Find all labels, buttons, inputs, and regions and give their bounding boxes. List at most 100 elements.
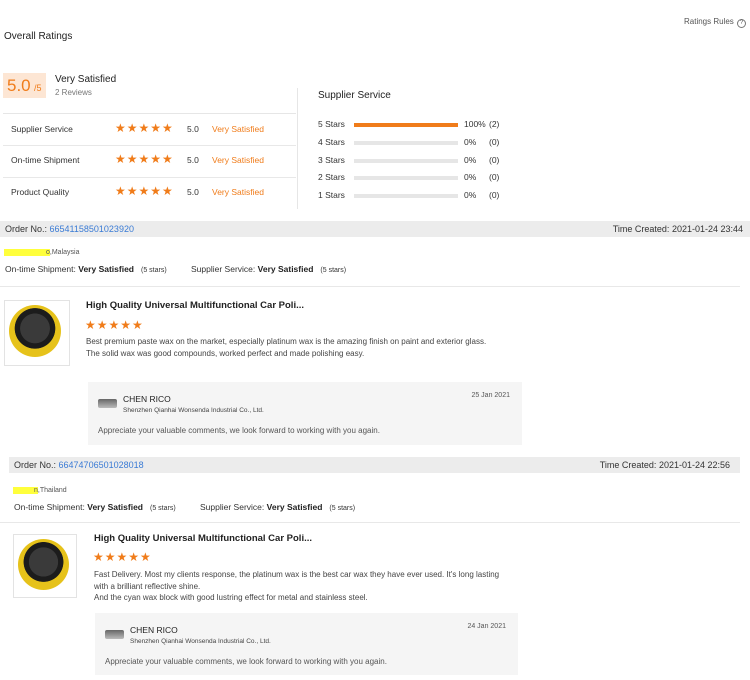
distribution-row-label: 1 Stars [318,190,345,201]
distribution-bar [354,194,458,199]
category-stars: ★★★★★ [115,121,174,135]
service-stars-text: (5 stars) [320,267,347,274]
time-label: Time Created: [599,460,657,470]
review-divider [0,286,740,287]
order-header: Order No.: 665411585010239​20 Time Create… [0,221,750,237]
review-divider [0,522,740,523]
category-label: Very Satisfied [212,155,264,165]
distribution-row-label: 3 Stars [318,154,345,165]
order-number-link[interactable]: 665411585010239​20 [50,224,134,234]
service-rating: Supplier Service: Very Satisfied (5 stars… [200,502,355,512]
page-title: Overall Ratings [4,31,73,42]
category-value: 5.0 [187,155,199,165]
time-label: Time Created: [612,224,670,234]
distribution-percent: 0% [464,154,477,165]
category-label: Very Satisfied [212,187,264,197]
category-value: 5.0 [187,187,199,197]
shipment-value: Very Satisfied [87,502,144,512]
overall-label: Very Satisfied [55,74,117,85]
shipment-value: Very Satisfied [78,264,135,274]
shipment-stars-text: (5 stars) [141,267,167,274]
product-title-link[interactable]: High Quality Universal Multifunctional C… [94,533,312,544]
ratings-rules-label: Ratings Rules [684,17,734,26]
ratings-rules-link[interactable]: Ratings Rules ? [684,17,747,28]
summary-divider [297,88,298,209]
reviewer-name: n [13,487,38,494]
overall-score-suffix: /5 [34,83,42,93]
distribution-count: (2) [489,119,500,129]
category-stars: ★★★★★ [115,184,174,198]
overall-score-badge: 5.0 /5 [3,73,46,98]
service-value: Very Satisfied [266,502,323,512]
supplier-logo-icon [105,630,124,639]
distribution-percent: 0% [464,172,477,183]
distribution-bar [354,158,458,163]
category-name: Product Quality [11,187,70,197]
reply-text: Appreciate your valuable comments, we lo… [98,426,380,435]
reviewer-location: n,Thailand [13,487,67,494]
reply-author: CHEN RICO [123,394,171,404]
category-name: On-time Shipment [11,155,80,165]
shipment-label: On-time Shipment: [5,264,76,274]
distribution-count: (0) [489,190,500,201]
order-label: Order No.: [14,460,57,470]
service-label: Supplier Service: [191,264,256,274]
distribution-row-label: 5 Stars [318,119,345,129]
order-label: Order No.: [5,224,48,234]
service-value: Very Satisfied [257,264,314,274]
service-stars-text: (5 stars) [329,505,356,512]
reply-company: Shenzhen Qianhai Wonsenda Industrial Co.… [123,407,264,414]
distribution-percent: 0% [464,190,477,201]
review-stars: ★★★★★ [93,550,152,564]
distribution-row-label: 2 Stars [318,172,345,183]
distribution-count: (0) [489,136,500,147]
distribution-row-label: 4 Stars [318,136,345,147]
car-wax-jar-image [9,305,61,357]
reply-date: 24 Jan 2021 [467,623,506,630]
reviewer-name: o [4,249,50,256]
service-label: Supplier Service: [200,502,265,512]
time-created: Time Created: 2021-01-24 22:56 [600,457,730,473]
review-stars: ★★★★★ [85,318,144,332]
help-circle-icon[interactable]: ? [737,19,747,28]
distribution-bar [354,123,458,127]
supplier-reply: CHEN RICO Shenzhen Qianhai Wonsenda Indus… [95,613,518,675]
product-thumbnail[interactable] [4,300,70,366]
product-title-link[interactable]: High Quality Universal Multifunctional C… [86,300,304,311]
order-header: Order No.: 66474706501028018 Time Created… [9,457,740,473]
supplier-reply: CHEN RICO Shenzhen Qianhai Wonsenda Indus… [88,382,522,445]
distribution-bar [354,140,458,145]
review-count: 2 Reviews [55,88,92,97]
time-value: 2021-01-24 23:44 [671,224,743,234]
shipment-rating: On-time Shipment: Very Satisfied (5 stars… [14,502,176,512]
reply-company: Shenzhen Qianhai Wonsenda Industrial Co.… [130,638,271,645]
service-rating: Supplier Service: Very Satisfied (5 stars… [191,264,346,274]
reply-author: CHEN RICO [130,625,178,635]
time-created: Time Created: 2021-01-24 23:44 [613,221,743,237]
distribution-count: (0) [489,172,500,183]
distribution-bar [354,176,458,181]
category-name: Supplier Service [11,124,73,134]
order-number-link[interactable]: 66474706501028018 [59,460,144,470]
review-comment: Fast Delivery. Most my clients response,… [94,570,500,602]
distribution-title: Supplier Service [318,90,391,101]
order-number-group: Order No.: 665411585010239​20 [5,221,134,237]
category-value: 5.0 [187,124,199,134]
time-value: 2021-01-24 22:56 [658,460,730,470]
product-thumbnail[interactable] [13,534,77,598]
distribution-bar-fill [354,123,458,127]
shipment-rating: On-time Shipment: Very Satisfied (5 stars… [5,264,167,274]
reply-text: Appreciate your valuable comments, we lo… [105,657,387,666]
review-comment: Best premium paste wax on the market, es… [86,337,487,358]
category-stars: ★★★★★ [115,152,174,166]
overall-score: 5.0 [7,76,31,95]
distribution-count: (0) [489,154,500,165]
shipment-stars-text: (5 stars) [150,505,176,512]
category-label: Very Satisfied [212,124,264,134]
reply-date: 25 Jan 2021 [471,392,510,399]
car-wax-jar-image [18,539,69,590]
shipment-label: On-time Shipment: [14,502,85,512]
distribution-percent: 100% [464,119,486,129]
order-number-group: Order No.: 66474706501028018 [14,457,144,473]
reviewer-country: ,Malaysia [49,249,80,256]
